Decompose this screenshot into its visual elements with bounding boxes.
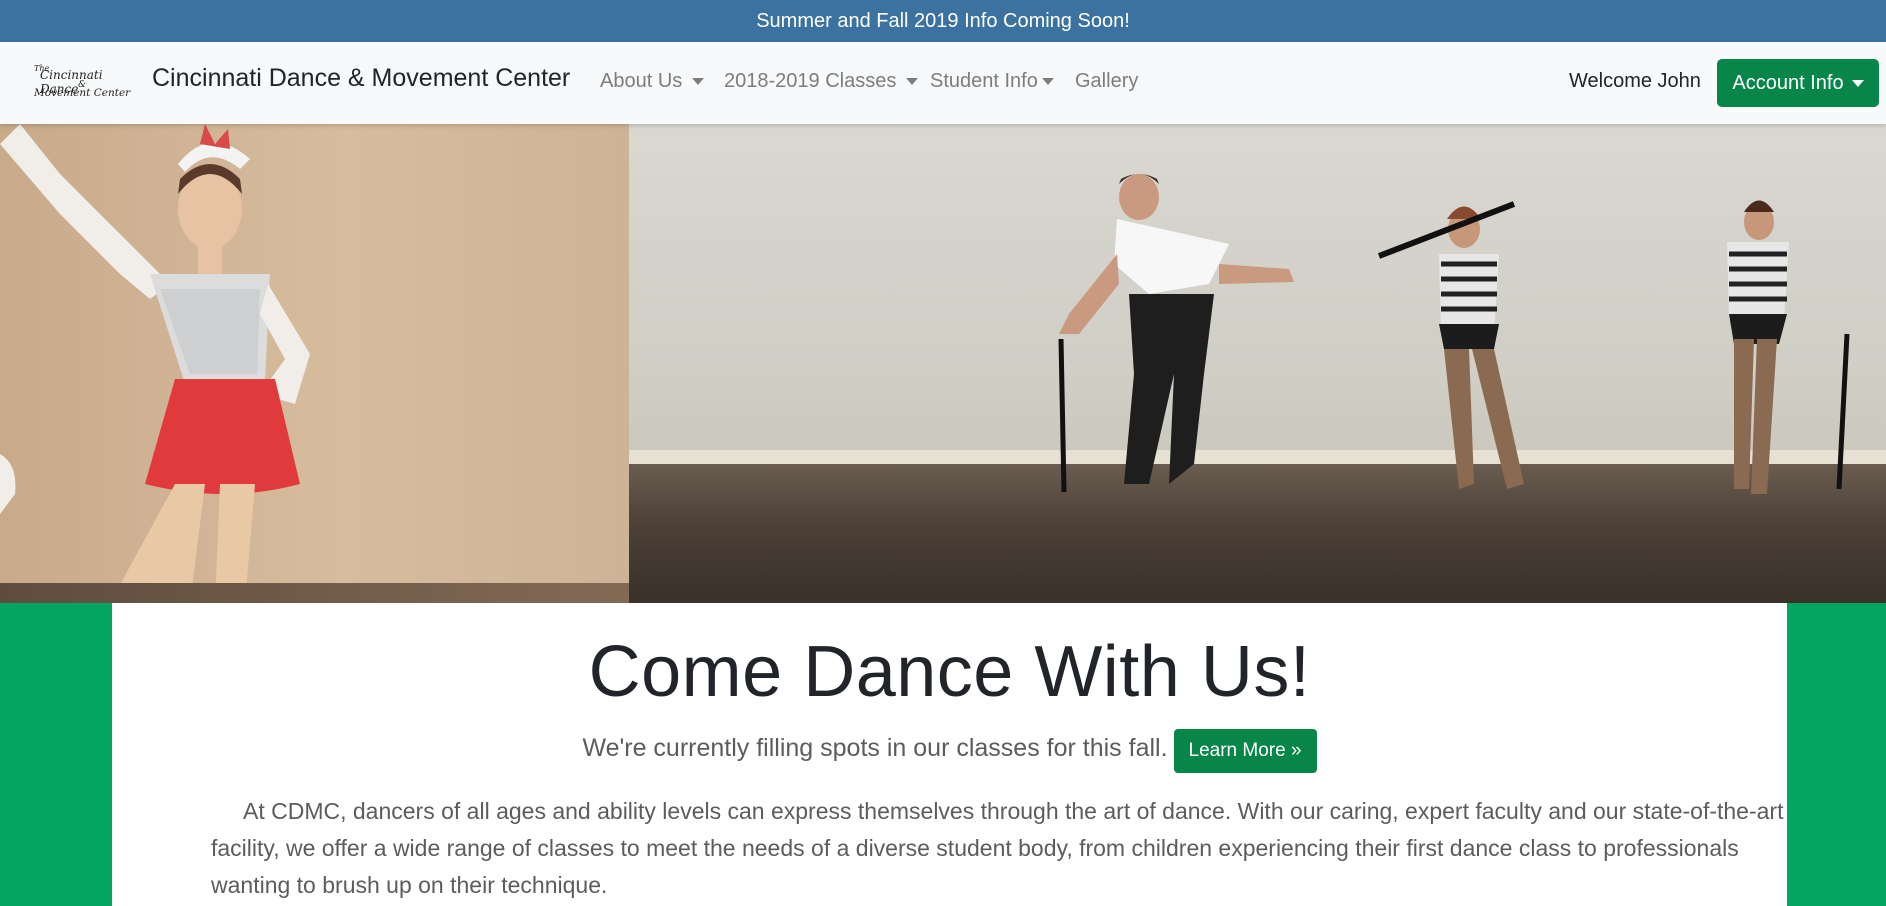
nav-about-us-label: About Us: [600, 70, 683, 92]
intro-paragraph: At CDMC, dancers of all ages and ability…: [211, 798, 1784, 898]
brand-name[interactable]: Cincinnati Dance & Movement Center: [152, 64, 570, 93]
account-info-button[interactable]: Account Info: [1717, 59, 1879, 107]
navbar: The Cincinnati Dance & Movement Center C…: [0, 42, 1886, 124]
announcement-banner: Summer and Fall 2019 Info Coming Soon!: [0, 0, 1886, 42]
intro-section: Come Dance With Us! We're currently fill…: [112, 603, 1787, 906]
nav-gallery[interactable]: Gallery: [1075, 70, 1138, 93]
logo-line-4: Movement Center: [34, 87, 131, 99]
welcome-text: Welcome John: [1569, 70, 1701, 92]
nav-student-info[interactable]: Student Info: [930, 70, 1054, 93]
nav-classes[interactable]: 2018-2019 Classes: [724, 70, 919, 93]
hero-image-left: [0, 124, 629, 603]
nav-classes-label: 2018-2019 Classes: [724, 70, 897, 92]
stage-floor-left: [0, 583, 629, 603]
hero-image-right: [629, 124, 1886, 603]
chevron-down-icon: [1851, 79, 1864, 87]
hero-carousel[interactable]: [0, 124, 1886, 603]
nav-student-info-label: Student Info: [930, 70, 1038, 92]
chevron-down-icon: [692, 78, 705, 85]
account-info-label: Account Info: [1732, 71, 1844, 94]
subtitle-row: We're currently filling spots in our cla…: [112, 723, 1787, 773]
group-dancers-figure: [1058, 174, 1850, 494]
learn-more-button[interactable]: Learn More »: [1173, 729, 1317, 773]
page-title: Come Dance With Us!: [588, 632, 1311, 712]
chevron-down-icon: [906, 78, 919, 85]
chevron-down-icon: [1041, 78, 1054, 85]
site-logo[interactable]: The Cincinnati Dance & Movement Center: [34, 64, 130, 100]
nav-about-us[interactable]: About Us: [600, 70, 705, 93]
nav-gallery-label: Gallery: [1075, 70, 1139, 92]
announcement-text: Summer and Fall 2019 Info Coming Soon!: [756, 9, 1130, 32]
solo-dancer-figure: [0, 124, 310, 603]
subtitle-text: We're currently filling spots in our cla…: [582, 733, 1168, 762]
